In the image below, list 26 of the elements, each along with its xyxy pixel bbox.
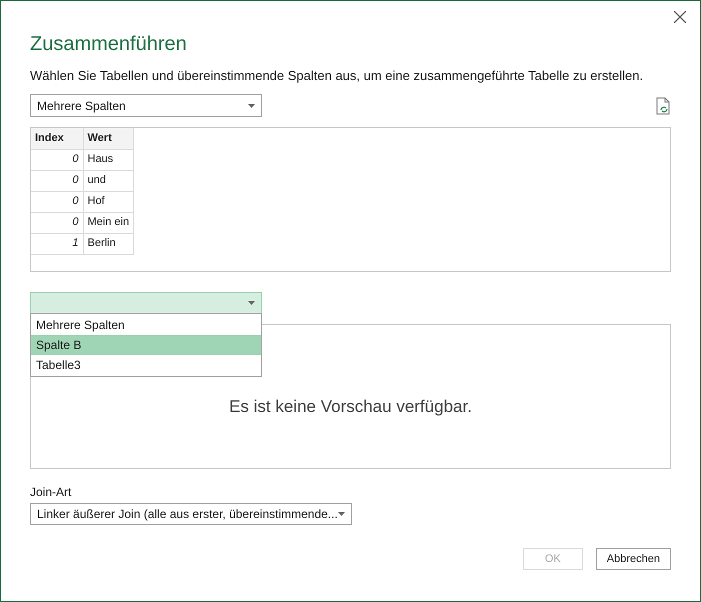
column-header: Wert [83, 128, 134, 149]
table-cell: 0 [31, 149, 83, 170]
table-dropdown[interactable]: Mehrere Spalten [30, 94, 262, 117]
dialog-title: Zusammenführen [30, 32, 188, 57]
refresh-document-icon[interactable] [656, 96, 670, 114]
table-cell: Hof [83, 191, 134, 212]
caret-icon [248, 301, 255, 305]
table-cell: und [83, 170, 134, 191]
caret-icon [248, 104, 255, 108]
dropdown-option[interactable]: Spalte B [31, 335, 261, 355]
table-cell: Haus [83, 149, 134, 170]
dropdown-option[interactable]: Tabelle3 [31, 355, 261, 375]
caret-icon [338, 512, 345, 516]
join-type-dropdown[interactable]: Linker äußerer Join (alle aus erster, übereinstimmende... [30, 503, 352, 525]
table-cell: Berlin [83, 233, 134, 254]
join-type-label: Join-Art [30, 484, 72, 501]
no-preview-message: Es ist keine Vorschau verfügbar. [229, 396, 472, 418]
dropdown-option[interactable]: Mehrere Spalten [31, 315, 261, 335]
table-cell: Mein ein [83, 212, 134, 233]
dialog-button[interactable]: Abbrechen [596, 548, 671, 570]
table-cell: 0 [31, 191, 83, 212]
table-cell: 0 [31, 212, 83, 233]
table-cell: 1 [31, 233, 83, 254]
dialog-description: Wählen Sie Tabellen und übereinstimmende Spalten aus, um eine zusammengeführte Tabelle zu erstellen. [30, 67, 644, 85]
table-cell: 0 [31, 170, 83, 191]
column-header: Index [31, 128, 83, 149]
